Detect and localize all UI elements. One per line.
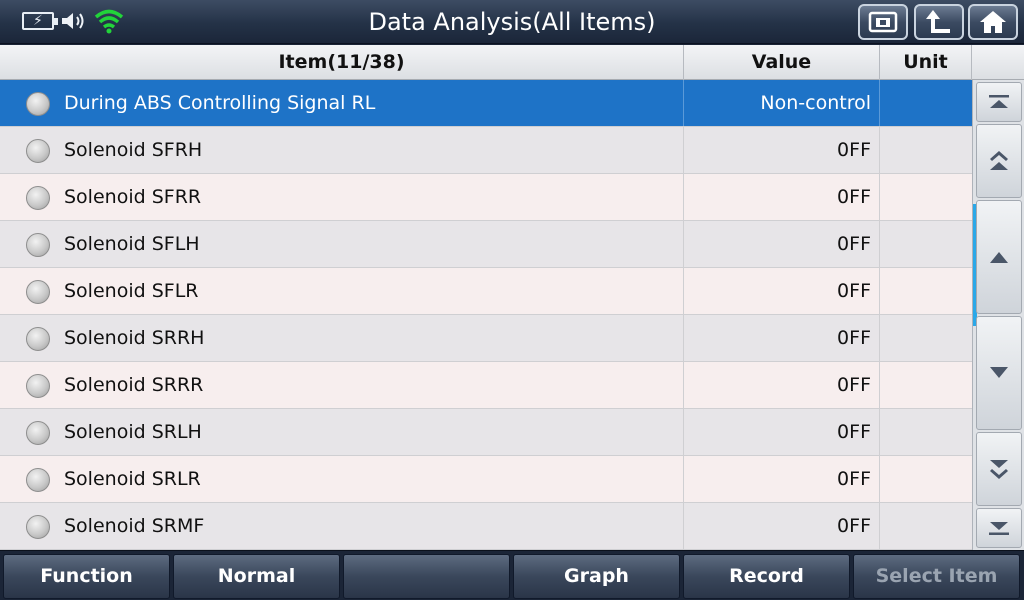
- table-row[interactable]: Solenoid SRLR 0FF: [0, 456, 972, 503]
- item-cell: Solenoid SRRH: [0, 315, 684, 361]
- item-cell: Solenoid SRMF: [0, 503, 684, 549]
- radio-indicator-icon[interactable]: [26, 139, 50, 163]
- table-header: Item(11/38) Value Unit: [0, 45, 1024, 80]
- back-icon: [926, 10, 950, 33]
- item-cell: Solenoid SRLR: [0, 456, 684, 502]
- page-up-button[interactable]: [976, 124, 1022, 198]
- radio-indicator-icon[interactable]: [26, 186, 50, 210]
- line-up-icon: [990, 252, 1008, 263]
- item-name: Solenoid SFRR: [64, 186, 202, 208]
- item-name: Solenoid SRLH: [64, 421, 202, 443]
- line-down-button[interactable]: [976, 316, 1022, 430]
- item-unit: [880, 503, 972, 549]
- table-row[interactable]: Solenoid SRRR 0FF: [0, 362, 972, 409]
- page-down-button[interactable]: [976, 432, 1022, 506]
- scroll-controls: [972, 80, 1024, 550]
- scroll-top-button[interactable]: [976, 82, 1022, 122]
- scroll-top-icon: [989, 95, 1009, 108]
- item-name: Solenoid SFLR: [64, 280, 199, 302]
- item-cell: During ABS Controlling Signal RL: [0, 80, 684, 126]
- screenshot-icon: [868, 11, 898, 33]
- item-cell: Solenoid SFRR: [0, 174, 684, 220]
- item-value: 0FF: [684, 456, 880, 502]
- item-cell: Solenoid SRRR: [0, 362, 684, 408]
- home-button[interactable]: [968, 4, 1018, 40]
- table-row[interactable]: Solenoid SFRR 0FF: [0, 174, 972, 221]
- item-value: 0FF: [684, 409, 880, 455]
- item-unit: [880, 315, 972, 361]
- item-cell: Solenoid SFLH: [0, 221, 684, 267]
- column-header-value: Value: [684, 45, 880, 80]
- radio-indicator-icon[interactable]: [26, 92, 50, 116]
- table-row[interactable]: Solenoid SRRH 0FF: [0, 315, 972, 362]
- item-unit: [880, 127, 972, 173]
- item-unit: [880, 268, 972, 314]
- item-cell: Solenoid SFLR: [0, 268, 684, 314]
- scroll-bottom-icon: [989, 522, 1009, 535]
- select-item-button[interactable]: Select Item: [853, 554, 1020, 599]
- item-value: 0FF: [684, 127, 880, 173]
- item-value: 0FF: [684, 362, 880, 408]
- line-up-button[interactable]: [976, 200, 1022, 314]
- item-unit: [880, 409, 972, 455]
- item-value: 0FF: [684, 503, 880, 549]
- item-unit: [880, 362, 972, 408]
- item-value: 0FF: [684, 315, 880, 361]
- item-unit: [880, 80, 972, 126]
- item-value: 0FF: [684, 268, 880, 314]
- normal-button[interactable]: Normal: [173, 554, 340, 599]
- item-unit: [880, 221, 972, 267]
- item-value: 0FF: [684, 221, 880, 267]
- table-row[interactable]: Solenoid SRLH 0FF: [0, 409, 972, 456]
- function-button[interactable]: Function: [3, 554, 170, 599]
- item-value: Non-control: [684, 80, 880, 126]
- bottom-toolbar: Function Normal Graph Record Select Item: [0, 550, 1024, 600]
- page-down-icon: [990, 460, 1008, 479]
- top-bar: ⚡ Data Analysis(All Items): [0, 0, 1024, 44]
- scroll-bottom-button[interactable]: [976, 508, 1022, 548]
- radio-indicator-icon[interactable]: [26, 468, 50, 492]
- radio-indicator-icon[interactable]: [26, 233, 50, 257]
- radio-indicator-icon[interactable]: [26, 515, 50, 539]
- back-button[interactable]: [914, 4, 964, 40]
- table-row[interactable]: Solenoid SFLH 0FF: [0, 221, 972, 268]
- item-unit: [880, 174, 972, 220]
- item-name: During ABS Controlling Signal RL: [64, 92, 376, 114]
- item-name: Solenoid SRMF: [64, 515, 205, 537]
- column-header-unit: Unit: [880, 45, 972, 80]
- column-header-spacer: [972, 45, 1024, 80]
- graph-button[interactable]: Graph: [513, 554, 680, 599]
- data-list: During ABS Controlling Signal RL Non-con…: [0, 80, 972, 550]
- blank-button[interactable]: [343, 554, 510, 599]
- table-row[interactable]: Solenoid SFRH 0FF: [0, 127, 972, 174]
- table-row[interactable]: During ABS Controlling Signal RL Non-con…: [0, 80, 972, 127]
- radio-indicator-icon[interactable]: [26, 280, 50, 304]
- column-header-item: Item(11/38): [0, 45, 684, 80]
- record-button[interactable]: Record: [683, 554, 850, 599]
- line-down-icon: [990, 367, 1008, 378]
- home-icon: [980, 11, 1006, 33]
- item-name: Solenoid SRRR: [64, 374, 204, 396]
- table-row[interactable]: Solenoid SRMF 0FF: [0, 503, 972, 550]
- table-row[interactable]: Solenoid SFLR 0FF: [0, 268, 972, 315]
- radio-indicator-icon[interactable]: [26, 421, 50, 445]
- screenshot-button[interactable]: [858, 4, 908, 40]
- item-name: Solenoid SRLR: [64, 468, 201, 490]
- item-value: 0FF: [684, 174, 880, 220]
- item-unit: [880, 456, 972, 502]
- item-name: Solenoid SRRH: [64, 327, 205, 349]
- item-name: Solenoid SFLH: [64, 233, 200, 255]
- page-up-icon: [990, 151, 1008, 170]
- item-name: Solenoid SFRH: [64, 139, 203, 161]
- radio-indicator-icon[interactable]: [26, 374, 50, 398]
- item-cell: Solenoid SFRH: [0, 127, 684, 173]
- item-cell: Solenoid SRLH: [0, 409, 684, 455]
- radio-indicator-icon[interactable]: [26, 327, 50, 351]
